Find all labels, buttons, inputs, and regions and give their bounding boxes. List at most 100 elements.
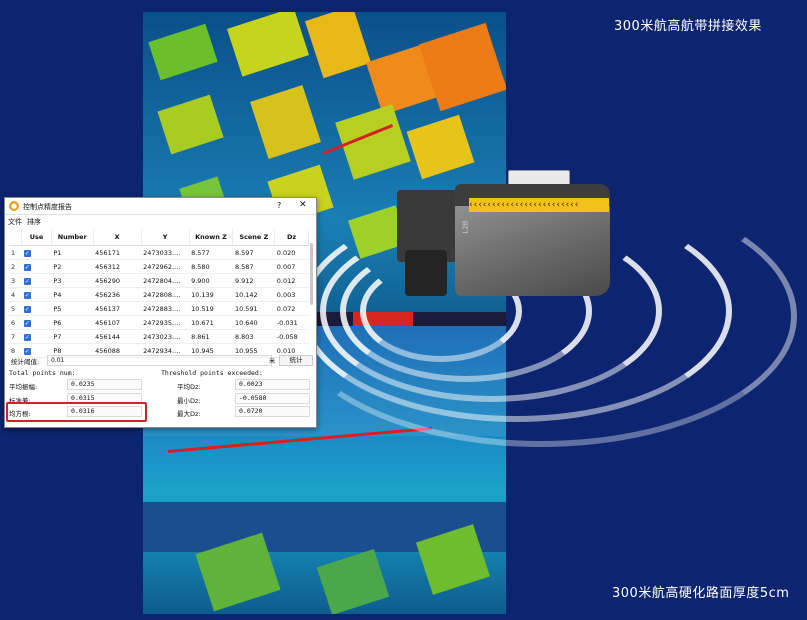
- min-dz-label: 最小Dz:: [177, 397, 201, 405]
- use-checkbox[interactable]: ✓: [21, 315, 52, 330]
- bottom-caption: 300米航高硬化路面厚度5cm: [612, 586, 790, 601]
- menu-file[interactable]: 文件: [8, 217, 22, 227]
- checkmark-icon[interactable]: ✓: [23, 347, 31, 355]
- dz-value: 0.072: [274, 301, 309, 316]
- point-number: P2: [51, 259, 94, 274]
- col-y[interactable]: Y: [141, 229, 190, 246]
- checkmark-icon[interactable]: ✓: [23, 249, 31, 257]
- control-point-report-dialog: ● 控制点精度报告 ? ✕ 文件 排序 Use Number X Y Known…: [4, 197, 317, 428]
- checkmark-icon[interactable]: ✓: [23, 263, 31, 271]
- dialog-title: 控制点精度报告: [23, 203, 72, 211]
- help-button[interactable]: ?: [277, 201, 281, 210]
- col-known-z[interactable]: Known Z: [189, 229, 234, 246]
- table-row[interactable]: 4 ✓ P4 456236 2472808.... 10.139 10.142 …: [9, 287, 309, 302]
- dialog-titlebar[interactable]: ● 控制点精度报告 ? ✕: [5, 198, 316, 215]
- y-value: 2473023....: [141, 329, 190, 344]
- table-row[interactable]: 2 ✓ P2 456312 2472962.... 8.580 8.587 0.…: [9, 259, 309, 274]
- dz-value: -0.031: [274, 315, 309, 330]
- scene-z-value: 10.142: [232, 287, 275, 302]
- table-scrollbar[interactable]: [310, 243, 313, 305]
- threshold-points-header: Threshold points exceeded:: [161, 369, 263, 377]
- checkmark-icon[interactable]: ✓: [23, 305, 31, 313]
- point-number: P3: [51, 273, 94, 288]
- row-index: 4: [9, 287, 22, 302]
- dz-value: 0.020: [274, 245, 309, 260]
- scanner-lens: [405, 250, 447, 296]
- row-index: 3: [9, 273, 22, 288]
- use-checkbox[interactable]: ✓: [21, 259, 52, 274]
- menubar: 文件 排序: [5, 215, 316, 226]
- known-z-value: 10.519: [189, 301, 233, 316]
- point-number: P4: [51, 287, 94, 302]
- table-row[interactable]: 6 ✓ P6 456107 2472935.... 10.671 10.640 …: [9, 315, 309, 330]
- use-checkbox[interactable]: ✓: [21, 301, 52, 316]
- max-dz-value: 0.0720: [235, 406, 310, 417]
- col-number[interactable]: Number: [51, 229, 94, 246]
- use-checkbox[interactable]: ✓: [21, 273, 52, 288]
- menu-sort[interactable]: 排序: [27, 217, 41, 227]
- scene-z-value: 10.640: [232, 315, 275, 330]
- row-index: 7: [9, 329, 22, 344]
- y-value: 2473033....: [141, 245, 190, 260]
- stat-unit-label: 米: [269, 358, 276, 365]
- y-value: 2472883....: [141, 301, 190, 316]
- col-dz[interactable]: Dz: [274, 229, 309, 246]
- table-row[interactable]: 7 ✓ P7 456144 2473023.... 8.861 8.803 -0…: [9, 329, 309, 344]
- known-z-value: 8.577: [189, 245, 233, 260]
- mean-amplitude-label: 平均振幅:: [9, 383, 38, 391]
- dz-value: 0.007: [274, 259, 309, 274]
- col-use[interactable]: Use: [21, 229, 52, 246]
- dz-value: 0.012: [274, 273, 309, 288]
- x-value: 456290: [93, 273, 142, 288]
- min-dz-value: -0.0580: [235, 393, 310, 404]
- stat-threshold-label: 统计阈值:: [11, 358, 40, 366]
- point-number: P5: [51, 301, 94, 316]
- row-index: 5: [9, 301, 22, 316]
- mean-dz-label: 平均Dz:: [177, 383, 201, 391]
- checkmark-icon[interactable]: ✓: [23, 291, 31, 299]
- use-checkbox[interactable]: ✓: [21, 329, 52, 344]
- known-z-value: 8.580: [189, 259, 233, 274]
- checkmark-icon[interactable]: ✓: [23, 333, 31, 341]
- x-value: 456137: [93, 301, 142, 316]
- stat-threshold-input[interactable]: 0.01: [47, 355, 272, 366]
- y-value: 2472808....: [141, 287, 190, 302]
- known-z-value: 8.861: [189, 329, 233, 344]
- known-z-value: 9.900: [189, 273, 233, 288]
- col-scene-z[interactable]: Scene Z: [232, 229, 276, 246]
- stat-button[interactable]: 统计: [279, 355, 313, 366]
- scene-z-value: 8.803: [232, 329, 275, 344]
- table-row[interactable]: 1 ✓ P1 456171 2473033.... 8.577 8.597 0.…: [9, 245, 309, 260]
- checkmark-icon[interactable]: ✓: [23, 319, 31, 327]
- mean-amplitude-value: 0.0235: [67, 379, 142, 390]
- x-value: 456312: [93, 259, 142, 274]
- scanner-model-label: L2B: [461, 220, 470, 234]
- x-value: 456107: [93, 315, 142, 330]
- col-index[interactable]: [9, 229, 23, 246]
- dz-value: -0.058: [274, 329, 309, 344]
- table-row[interactable]: 5 ✓ P5 456137 2472883.... 10.519 10.591 …: [9, 301, 309, 316]
- scene-z-value: 8.587: [232, 259, 275, 274]
- max-dz-label: 最大Dz:: [177, 410, 201, 418]
- col-x[interactable]: X: [93, 229, 142, 246]
- table-row[interactable]: 3 ✓ P3 456290 2472804.... 9.900 9.912 0.…: [9, 273, 309, 288]
- y-value: 2472962....: [141, 259, 190, 274]
- app-icon: ●: [9, 201, 19, 211]
- point-number: P1: [51, 245, 94, 260]
- lidar-scanner: ‹‹‹‹‹‹‹‹‹‹‹‹‹‹‹‹‹‹‹‹‹‹‹‹ L2B: [395, 168, 615, 308]
- total-points-header: Total points num:: [9, 369, 76, 377]
- point-number: P7: [51, 329, 94, 344]
- known-z-value: 10.139: [189, 287, 233, 302]
- top-caption: 300米航高航带拼接效果: [614, 19, 762, 34]
- checkmark-icon[interactable]: ✓: [23, 277, 31, 285]
- y-value: 2472804....: [141, 273, 190, 288]
- row-index: 2: [9, 259, 22, 274]
- x-value: 456171: [93, 245, 142, 260]
- close-button[interactable]: ✕: [299, 200, 307, 210]
- scene-z-value: 10.591: [232, 301, 275, 316]
- use-checkbox[interactable]: ✓: [21, 287, 52, 302]
- use-checkbox[interactable]: ✓: [21, 245, 52, 260]
- row-index: 6: [9, 315, 22, 330]
- control-points-table: Use Number X Y Known Z Scene Z Dz 1 ✓ P1…: [9, 229, 309, 358]
- x-value: 456236: [93, 287, 142, 302]
